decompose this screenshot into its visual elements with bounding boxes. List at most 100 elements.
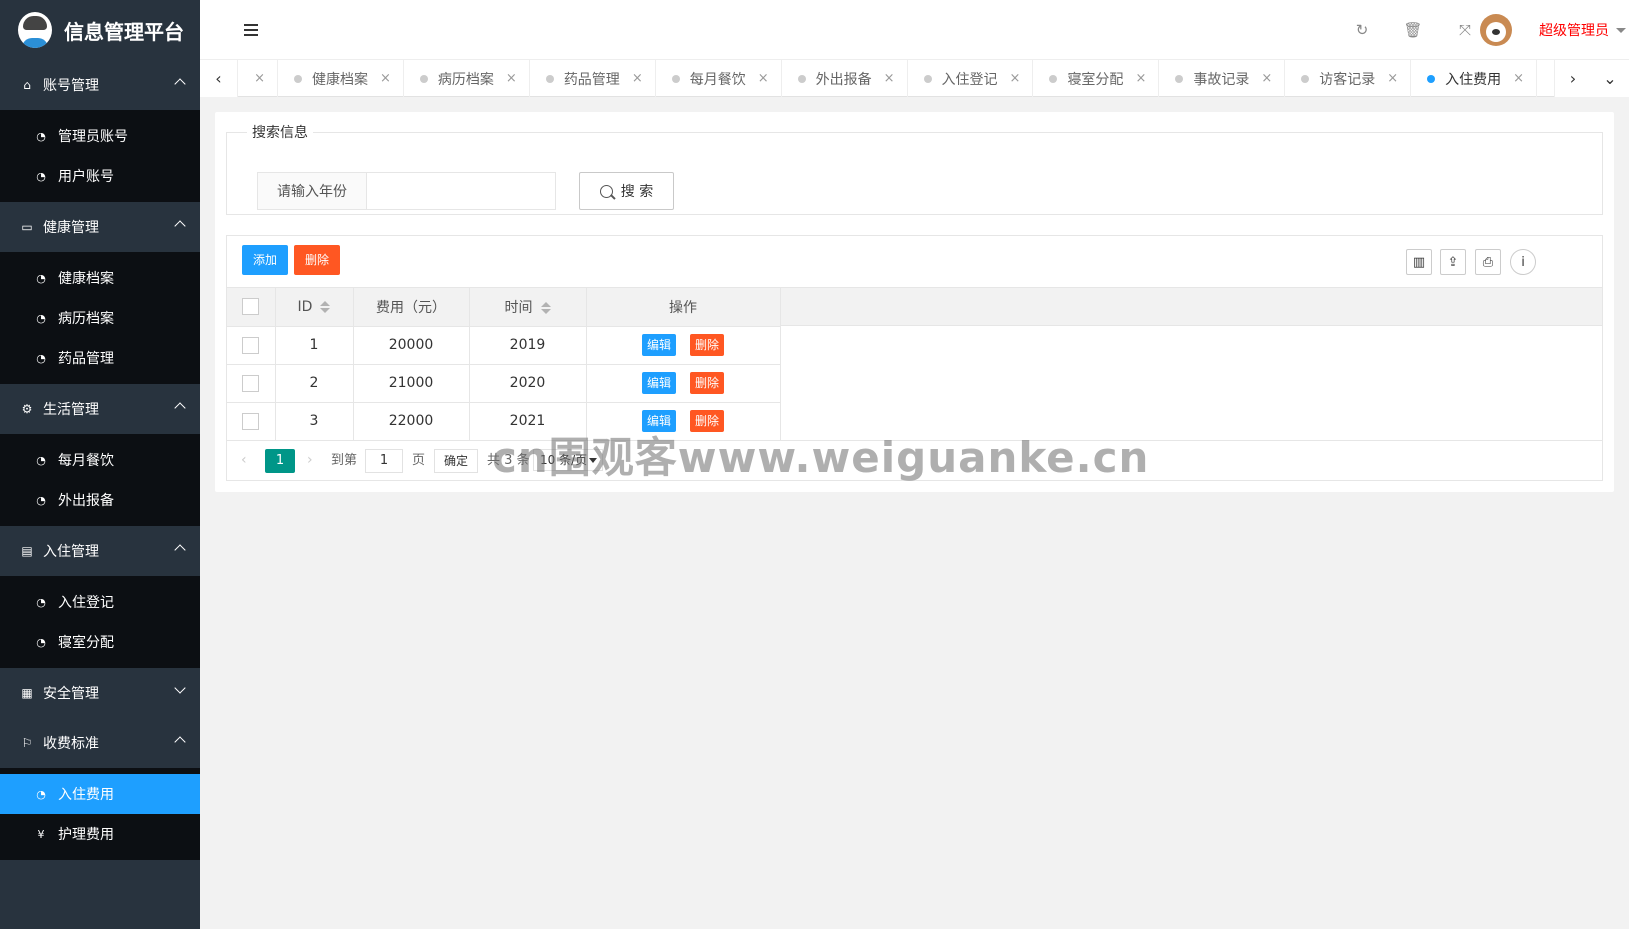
row-checkbox[interactable]: [242, 336, 260, 354]
logo-icon: [18, 12, 52, 48]
prev-page-icon[interactable]: ‹: [241, 449, 255, 471]
search-button[interactable]: 搜 索: [579, 172, 674, 210]
tab-accidents[interactable]: 事故记录 ×: [1159, 60, 1286, 97]
tab-visitors[interactable]: 访客记录 ×: [1285, 60, 1412, 97]
sidebar-item-nursing-fee[interactable]: ¥ 护理费用: [0, 814, 200, 854]
watermark: cn围观客www.weiguanke.cn: [492, 433, 1150, 482]
current-page[interactable]: 1: [265, 449, 295, 473]
avatar[interactable]: [1480, 14, 1512, 46]
cell-id: 1: [275, 326, 354, 365]
close-icon[interactable]: ×: [1010, 71, 1021, 86]
table-row: 2 21000 2020 编辑 删除: [227, 364, 781, 403]
cell-fee: 20000: [353, 326, 470, 365]
close-icon[interactable]: ×: [506, 71, 517, 86]
tab-label: 访客记录: [1319, 71, 1376, 88]
print-icon[interactable]: ⎙: [1475, 249, 1501, 275]
chevron-up-icon: [174, 544, 186, 556]
tab-meals[interactable]: 每月餐饮 ×: [656, 60, 782, 97]
sidebar-group-health[interactable]: ▭ 健康管理: [0, 202, 200, 252]
dashboard-icon: ◔: [36, 453, 46, 467]
app-logo[interactable]: 信息管理平台: [0, 0, 200, 60]
close-icon[interactable]: ×: [1513, 71, 1524, 86]
sidebar-group-fees[interactable]: ⚐ 收费标准: [0, 718, 200, 768]
sidebar-item-admin-accounts[interactable]: ◔ 管理员账号: [0, 116, 200, 156]
fullscreen-icon[interactable]: ⤧: [1455, 20, 1475, 40]
sidebar-item-user-accounts[interactable]: ◔ 用户账号: [0, 156, 200, 196]
sidebar-item-medical-records[interactable]: ◔ 病历档案: [0, 298, 200, 338]
info-icon[interactable]: i: [1510, 249, 1536, 275]
calendar-icon: ▦: [21, 686, 33, 700]
tab-medical-records[interactable]: 病历档案 ×: [404, 60, 530, 97]
user-name[interactable]: 超级管理员: [1539, 20, 1609, 40]
column-header-label: 费用（元）: [376, 299, 446, 316]
row-select-cell: [227, 402, 276, 441]
select-all-checkbox[interactable]: [242, 298, 260, 316]
goto-page-input[interactable]: 1: [365, 449, 403, 473]
close-icon[interactable]: ×: [1135, 71, 1146, 86]
sidebar-group-checkin[interactable]: ▤ 入住管理: [0, 526, 200, 576]
sort-icon[interactable]: [320, 300, 331, 313]
close-icon[interactable]: ×: [1261, 71, 1272, 86]
tab-checkin-register[interactable]: 入住登记 ×: [908, 60, 1034, 97]
sidebar-item-medicine[interactable]: ◔ 药品管理: [0, 338, 200, 378]
column-header-time[interactable]: 时间: [469, 288, 587, 327]
export-icon[interactable]: ⇪: [1440, 249, 1466, 275]
dashboard-icon: ◔: [36, 271, 46, 285]
dashboard-icon: ◔: [36, 493, 46, 507]
tab-health-records[interactable]: 健康档案 ×: [278, 60, 404, 97]
file-icon: ▤: [21, 544, 33, 558]
close-icon[interactable]: ×: [758, 71, 769, 86]
close-icon[interactable]: ×: [380, 71, 391, 86]
tab-scroll-left-icon[interactable]: ‹: [200, 60, 238, 97]
year-input[interactable]: [366, 172, 556, 210]
columns-filter-icon[interactable]: ▥: [1406, 249, 1432, 275]
sidebar-group-label: 入住管理: [43, 544, 99, 560]
trash-icon[interactable]: 🗑: [1403, 20, 1423, 40]
batch-delete-button[interactable]: 删除: [294, 245, 341, 275]
caret-down-icon[interactable]: [1616, 28, 1626, 33]
sidebar-group-life[interactable]: ⚙ 生活管理: [0, 384, 200, 434]
top-header: ↻ 🗑 ⤧ 超级管理员: [200, 0, 1629, 60]
edit-button[interactable]: 编辑: [641, 372, 676, 394]
refresh-icon[interactable]: ↻: [1352, 20, 1372, 40]
sort-icon[interactable]: [540, 301, 551, 314]
delete-button[interactable]: 删除: [690, 334, 725, 356]
tab-dropdown-icon[interactable]: ⌄: [1591, 60, 1629, 97]
cell-id: 3: [275, 402, 354, 441]
sidebar-item-room-assign[interactable]: ◔ 寝室分配: [0, 622, 200, 662]
tab-checkin-fee[interactable]: 入住费用 ×: [1411, 60, 1538, 97]
sidebar-item-outing[interactable]: ◔ 外出报备: [0, 480, 200, 520]
delete-button[interactable]: 删除: [690, 372, 725, 394]
menu-toggle-icon[interactable]: [244, 24, 258, 36]
next-page-icon[interactable]: ›: [307, 449, 321, 471]
row-checkbox[interactable]: [242, 374, 260, 392]
sidebar-group-safety[interactable]: ▦ 安全管理: [0, 668, 200, 718]
close-icon[interactable]: ×: [884, 71, 895, 86]
edit-button[interactable]: 编辑: [641, 334, 676, 356]
sidebar-item-health-records[interactable]: ◔ 健康档案: [0, 258, 200, 298]
sidebar-submenu-account: ◔ 管理员账号 ◔ 用户账号: [0, 110, 200, 202]
close-icon[interactable]: ×: [1387, 71, 1398, 86]
close-icon[interactable]: ×: [632, 71, 643, 86]
tab-outing[interactable]: 外出报备 ×: [782, 60, 908, 97]
tab-label: 寝室分配: [1067, 71, 1124, 88]
tab-scroll-right-icon[interactable]: ›: [1554, 60, 1592, 97]
close-icon[interactable]: ×: [254, 71, 265, 86]
tab-partial[interactable]: ×: [238, 60, 278, 97]
tab-dot-icon: [545, 74, 554, 83]
tab-room-assign[interactable]: 寝室分配 ×: [1033, 60, 1160, 97]
tab-label: 事故记录: [1193, 71, 1250, 88]
column-header-id[interactable]: ID: [275, 288, 354, 327]
goto-label: 到第: [331, 453, 358, 468]
tab-bar: ‹ × 健康档案 × 病历档案 × 药品管理 × 每月餐饮 × 外出报备 × 入住登记 × 寝室分配 × 事故…: [200, 60, 1629, 97]
add-button[interactable]: 添加: [242, 245, 289, 275]
row-checkbox[interactable]: [242, 412, 260, 430]
sidebar-item-checkin-fee[interactable]: ◔ 入住费用: [0, 774, 200, 814]
cell-id: 2: [275, 364, 354, 403]
sidebar-item-checkin-register[interactable]: ◔ 入住登记: [0, 582, 200, 622]
goto-confirm-button[interactable]: 确定: [434, 449, 478, 473]
sidebar-group-account[interactable]: ⌂ 账号管理: [0, 60, 200, 110]
tab-medicine[interactable]: 药品管理 ×: [530, 60, 656, 97]
sidebar-group-label: 安全管理: [43, 686, 99, 702]
sidebar-item-meals[interactable]: ◔ 每月餐饮: [0, 440, 200, 480]
